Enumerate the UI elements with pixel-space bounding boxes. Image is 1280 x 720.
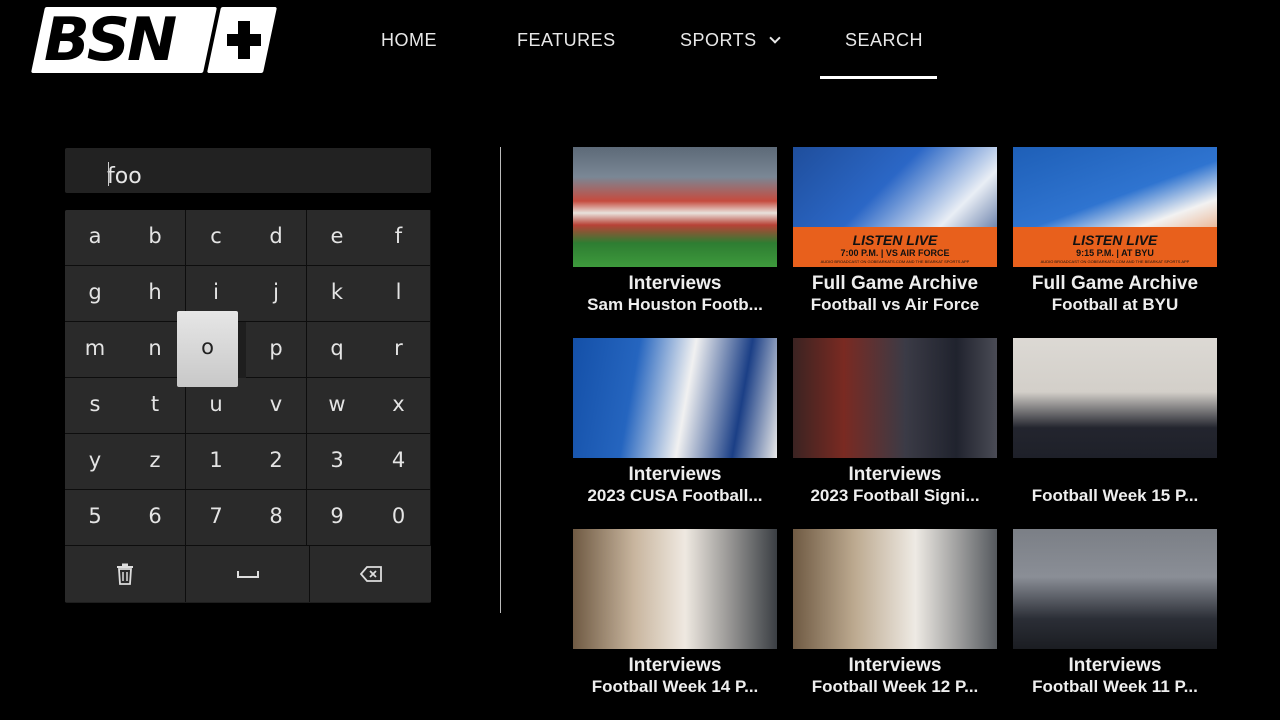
key-y[interactable]: y [65, 434, 126, 490]
banner-fine-print: AUDIO BROADCAST ON GOBEARKATS.COM AND TH… [1040, 259, 1190, 264]
space-button[interactable] [186, 546, 310, 602]
key-l[interactable]: l [367, 266, 431, 322]
result-tile[interactable]: LISTEN LIVE 7:00 P.M. | VS AIR FORCE AUDIO… [793, 147, 997, 315]
result-title: Full Game Archive [811, 273, 979, 294]
result-tile[interactable]: Football Week 15 P... [1013, 338, 1217, 506]
key-k[interactable]: k [307, 266, 368, 322]
result-subtitle: Football Week 12 P... [811, 677, 979, 696]
result-subtitle: 2023 Football Signi... [810, 486, 980, 505]
result-tile[interactable]: Interviews Sam Houston Footb... [573, 147, 777, 315]
result-title: Interviews [628, 273, 722, 294]
banner-headline: LISTEN LIVE [1072, 232, 1158, 248]
nav-search[interactable]: SEARCH [845, 28, 923, 52]
nav-features[interactable]: FEATURES [517, 28, 616, 52]
nav-sports[interactable]: SPORTS [680, 28, 781, 52]
result-thumbnail [1013, 338, 1217, 458]
listen-live-banner: LISTEN LIVE 9:15 P.M. | AT BYU AUDIO BROAD… [1013, 227, 1217, 267]
result-thumbnail [573, 529, 777, 649]
key-b[interactable]: b [125, 210, 186, 266]
key-7[interactable]: 7 [186, 490, 247, 546]
result-tile[interactable]: Interviews 2023 Football Signi... [793, 338, 997, 506]
key-s[interactable]: s [65, 378, 126, 434]
result-subtitle: 2023 CUSA Football... [587, 486, 763, 505]
key-q[interactable]: q [307, 322, 368, 378]
result-thumbnail [793, 529, 997, 649]
key-0[interactable]: 0 [367, 490, 431, 546]
result-thumbnail [1013, 529, 1217, 649]
result-title: Full Game Archive [1031, 273, 1199, 294]
result-thumbnail [573, 338, 777, 458]
backspace-button[interactable] [310, 546, 431, 602]
key-w[interactable]: w [307, 378, 368, 434]
key-d[interactable]: d [246, 210, 307, 266]
key-f[interactable]: f [367, 210, 431, 266]
key-p[interactable]: p [246, 322, 307, 378]
key-m[interactable]: m [65, 322, 126, 378]
listen-live-banner: LISTEN LIVE 7:00 P.M. | VS AIR FORCE AUDIO… [793, 227, 997, 267]
key-6[interactable]: 6 [125, 490, 186, 546]
result-tile[interactable]: Interviews Football Week 12 P... [793, 529, 997, 697]
banner-headline: LISTEN LIVE [852, 232, 938, 248]
result-subtitle: Football Week 14 P... [591, 677, 759, 696]
key-a[interactable]: a [65, 210, 126, 266]
result-tile[interactable]: Interviews Football Week 11 P... [1013, 529, 1217, 697]
banner-fine-print: AUDIO BROADCAST ON GOBEARKATS.COM AND TH… [820, 259, 970, 264]
result-subtitle: Sam Houston Footb... [587, 295, 763, 314]
result-title: Interviews [848, 464, 942, 485]
key-3[interactable]: 3 [307, 434, 368, 490]
key-x[interactable]: x [367, 378, 431, 434]
nav-active-indicator [820, 76, 937, 79]
result-title: Interviews [628, 655, 722, 676]
key-c[interactable]: c [186, 210, 247, 266]
space-icon [236, 571, 259, 578]
key-1[interactable]: 1 [186, 434, 247, 490]
search-input[interactable]: foo [65, 148, 431, 193]
result-subtitle: Football Week 11 P... [1032, 677, 1198, 696]
result-subtitle: Football at BYU [1051, 295, 1179, 314]
key-z[interactable]: z [125, 434, 186, 490]
result-subtitle: Football vs Air Force [810, 295, 980, 314]
result-tile[interactable]: LISTEN LIVE 9:15 P.M. | AT BYU AUDIO BROAD… [1013, 147, 1217, 315]
key-j[interactable]: j [246, 266, 307, 322]
search-input-value: foo [107, 164, 142, 189]
result-thumbnail [793, 338, 997, 458]
trash-icon [117, 563, 133, 585]
banner-detail: 7:00 P.M. | VS AIR FORCE [840, 248, 950, 258]
key-2[interactable]: 2 [246, 434, 307, 490]
nav-sports-label: SPORTS [680, 30, 757, 50]
key-v[interactable]: v [246, 378, 307, 434]
key-o[interactable]: o [177, 311, 238, 387]
result-thumbnail: LISTEN LIVE 7:00 P.M. | VS AIR FORCE AUDIO… [793, 147, 997, 267]
result-title: Interviews [1068, 655, 1162, 676]
result-title [1013, 464, 1217, 486]
on-screen-keyboard: abcdefghijklmnopqrstuvwxyz1234567890 [65, 210, 431, 603]
key-4[interactable]: 4 [367, 434, 431, 490]
key-e[interactable]: e [307, 210, 368, 266]
panel-divider [500, 147, 501, 613]
key-9[interactable]: 9 [307, 490, 368, 546]
top-nav: HOME FEATURES SPORTS SEARCH [0, 0, 1280, 80]
key-g[interactable]: g [65, 266, 126, 322]
backspace-icon [359, 566, 382, 582]
result-subtitle: Football Week 15 P... [1031, 486, 1199, 505]
banner-detail: 9:15 P.M. | AT BYU [1076, 248, 1154, 258]
clear-button[interactable] [65, 546, 186, 602]
result-title: Interviews [628, 464, 722, 485]
result-tile[interactable]: Interviews Football Week 14 P... [573, 529, 777, 697]
chevron-down-icon [769, 32, 781, 44]
text-caret [108, 162, 109, 186]
key-8[interactable]: 8 [246, 490, 307, 546]
result-title: Interviews [848, 655, 942, 676]
key-r[interactable]: r [367, 322, 431, 378]
result-thumbnail: LISTEN LIVE 9:15 P.M. | AT BYU AUDIO BROAD… [1013, 147, 1217, 267]
result-thumbnail [573, 147, 777, 267]
result-tile[interactable]: Interviews 2023 CUSA Football... [573, 338, 777, 506]
nav-home[interactable]: HOME [381, 28, 437, 52]
key-5[interactable]: 5 [65, 490, 126, 546]
